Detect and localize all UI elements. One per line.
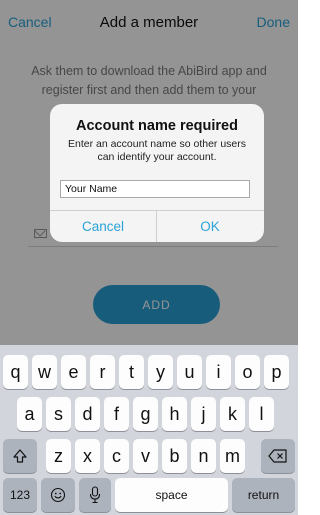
key-y[interactable]: y <box>148 355 173 389</box>
alert-title: Account name required <box>76 118 238 134</box>
key-x[interactable]: x <box>75 439 100 473</box>
key-e[interactable]: e <box>61 355 86 389</box>
key-k[interactable]: k <box>220 397 245 431</box>
shift-icon <box>13 449 27 463</box>
key-o[interactable]: o <box>235 355 260 389</box>
microphone-key[interactable] <box>79 478 111 512</box>
keyboard: q w e r t y u i o p a s d f g h j k l z … <box>0 345 298 515</box>
key-d[interactable]: d <box>75 397 100 431</box>
microphone-icon <box>89 486 101 504</box>
backspace-icon <box>268 449 287 463</box>
key-j[interactable]: j <box>191 397 216 431</box>
return-key[interactable]: return <box>232 478 295 512</box>
space-key[interactable]: space <box>115 478 228 512</box>
key-w[interactable]: w <box>32 355 57 389</box>
shift-key[interactable] <box>3 439 37 473</box>
key-n[interactable]: n <box>191 439 216 473</box>
key-p[interactable]: p <box>264 355 289 389</box>
key-f[interactable]: f <box>104 397 129 431</box>
numbers-key[interactable]: 123 <box>3 478 37 512</box>
account-name-alert: Account name required Enter an account n… <box>50 104 264 242</box>
emoji-icon <box>50 487 66 503</box>
key-r[interactable]: r <box>90 355 115 389</box>
alert-message: Enter an account name so other users can… <box>67 138 247 163</box>
key-u[interactable]: u <box>177 355 202 389</box>
account-name-input[interactable] <box>60 180 250 198</box>
key-g[interactable]: g <box>133 397 158 431</box>
alert-cancel-button[interactable]: Cancel <box>50 210 156 242</box>
key-a[interactable]: a <box>17 397 42 431</box>
emoji-key[interactable] <box>41 478 75 512</box>
key-i[interactable]: i <box>206 355 231 389</box>
key-c[interactable]: c <box>104 439 129 473</box>
key-v[interactable]: v <box>133 439 158 473</box>
key-l[interactable]: l <box>249 397 274 431</box>
key-t[interactable]: t <box>119 355 144 389</box>
key-m[interactable]: m <box>220 439 245 473</box>
key-q[interactable]: q <box>3 355 28 389</box>
key-b[interactable]: b <box>162 439 187 473</box>
backspace-key[interactable] <box>261 439 295 473</box>
alert-ok-button[interactable]: OK <box>157 210 263 242</box>
key-s[interactable]: s <box>46 397 71 431</box>
key-z[interactable]: z <box>46 439 71 473</box>
key-h[interactable]: h <box>162 397 187 431</box>
